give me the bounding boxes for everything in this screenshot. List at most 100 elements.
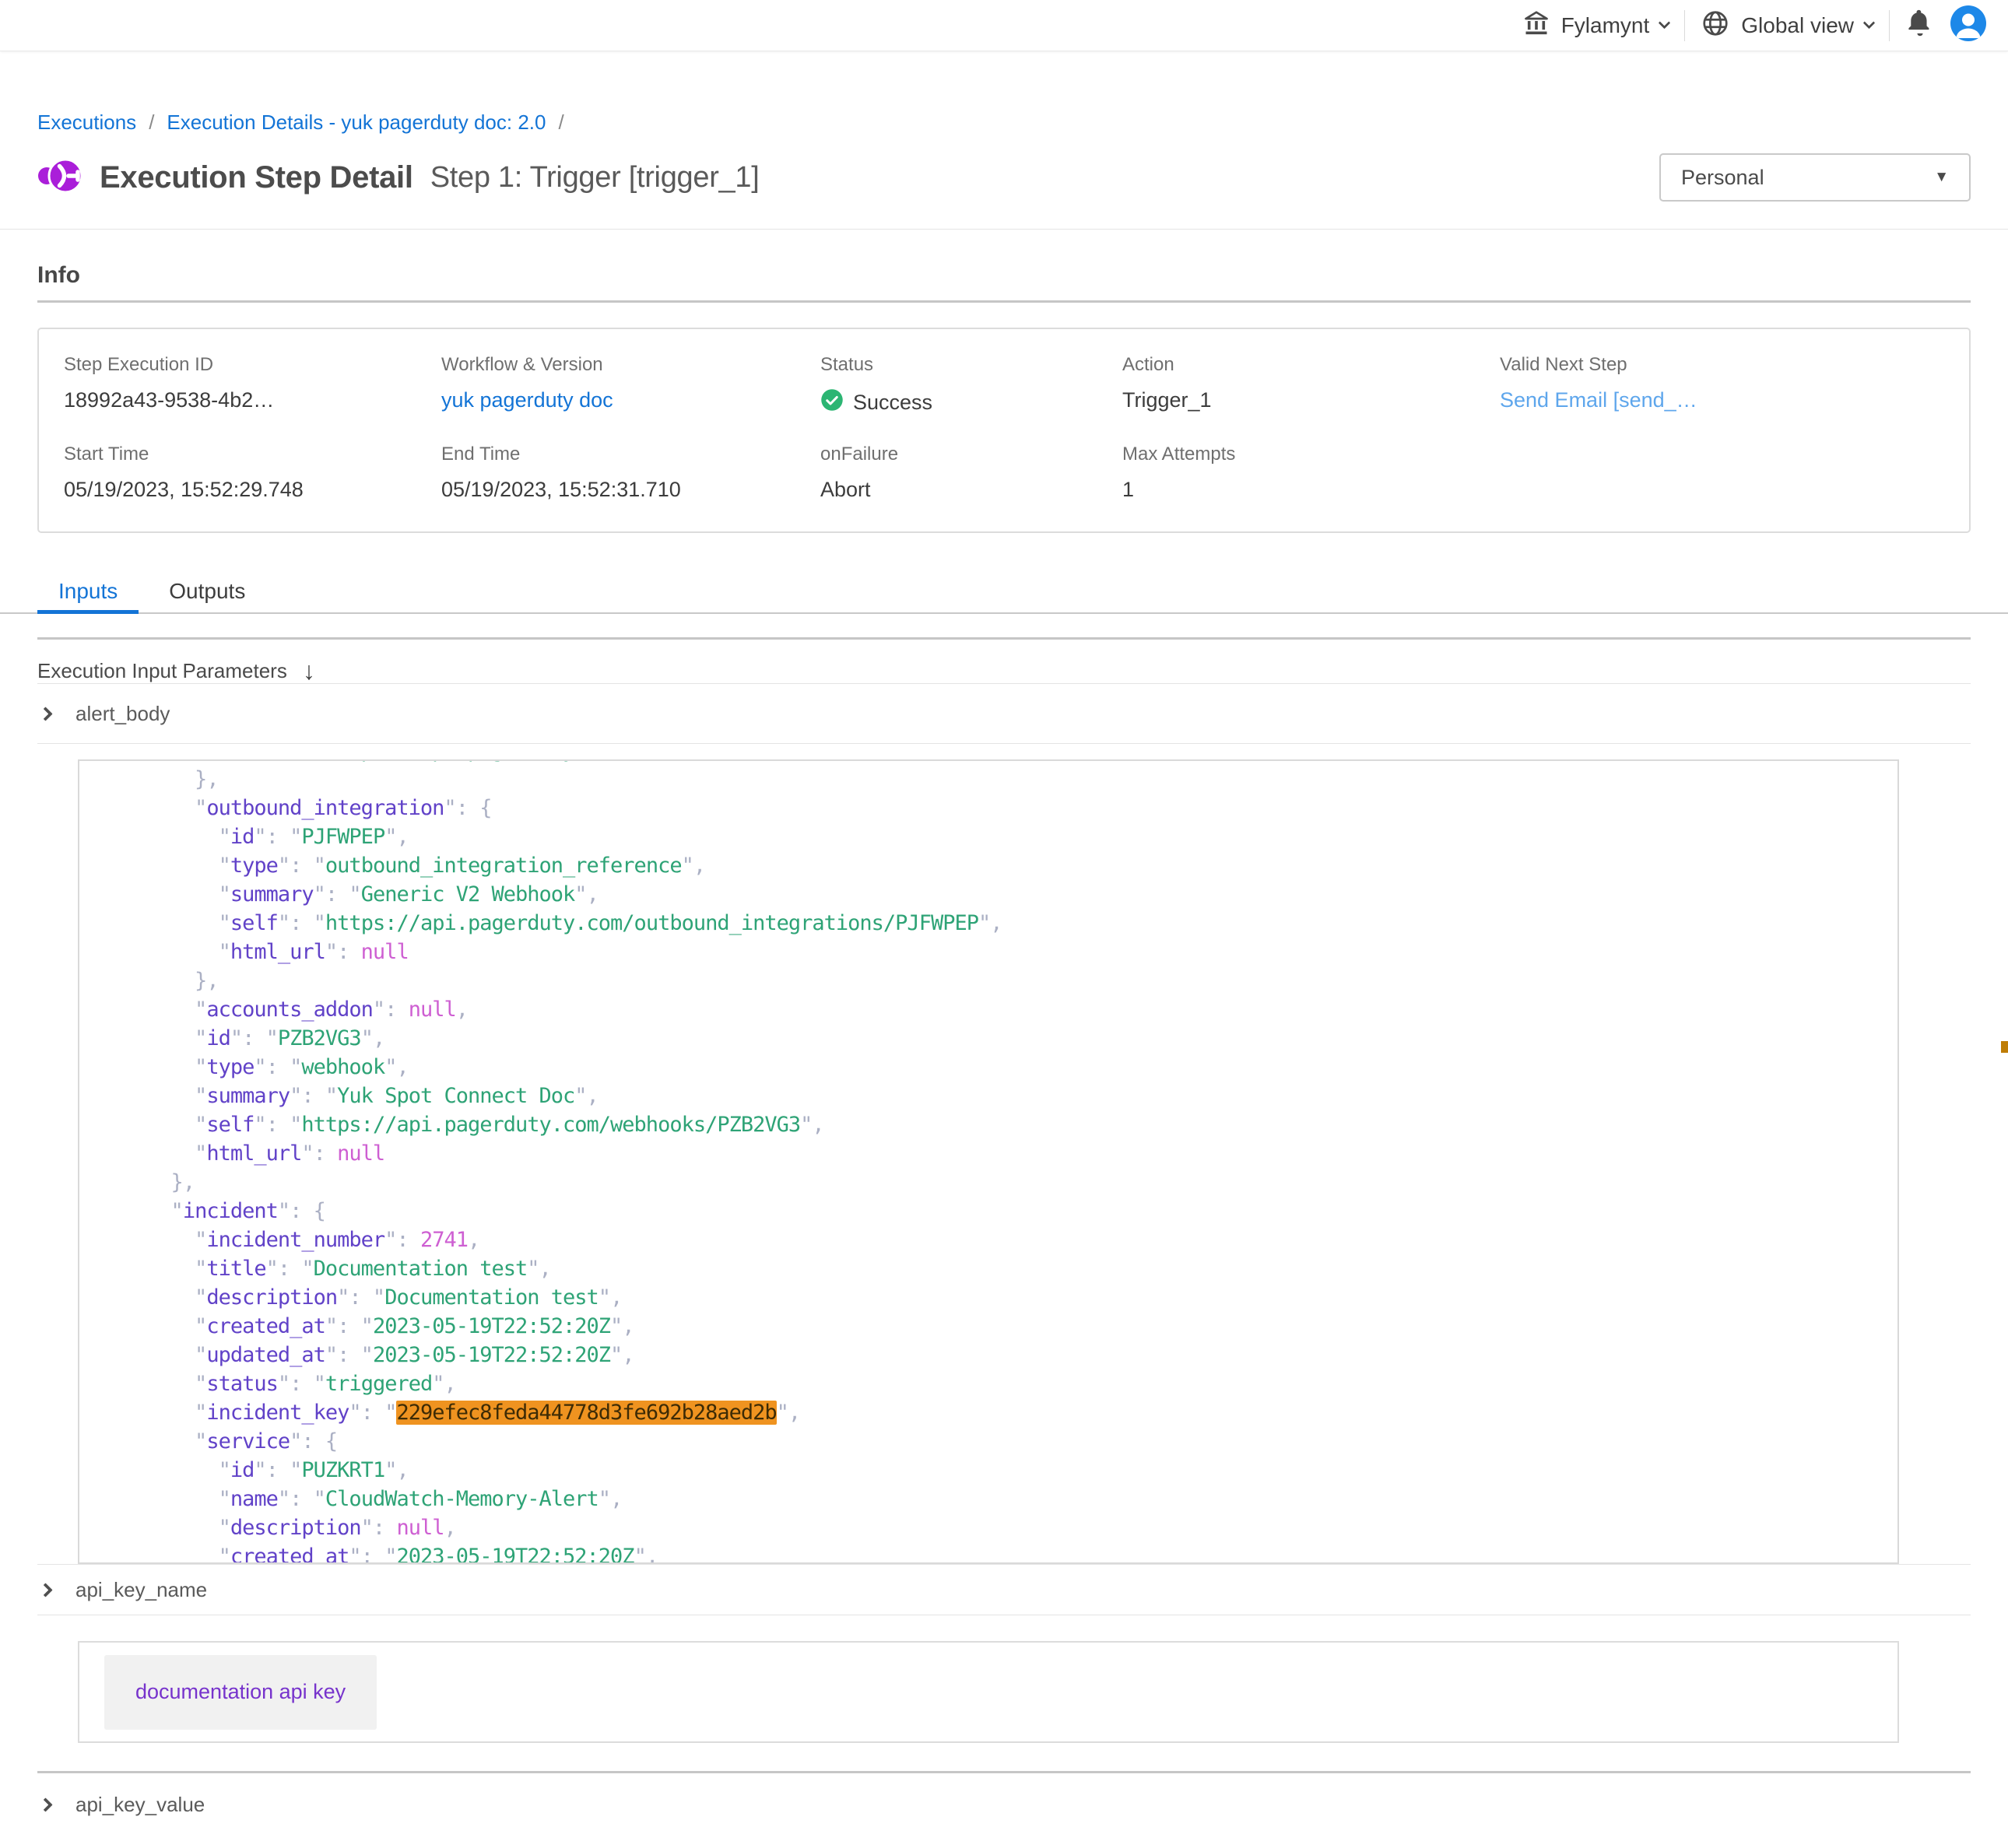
params-title: Execution Input Parameters — [37, 659, 287, 683]
notifications-bell-icon[interactable] — [1905, 9, 1935, 42]
field-value: 1 — [1122, 478, 1500, 502]
code-line: "incident": { — [100, 1197, 1897, 1226]
field-value: 05/19/2023, 15:52:29.748 — [64, 478, 441, 502]
scope-dropdown[interactable]: Personal ▼ — [1659, 153, 1971, 202]
field-value: Trigger_1 — [1122, 388, 1500, 412]
chevron-down-icon — [1659, 16, 1671, 29]
field-label: End Time — [441, 444, 820, 465]
code-line: "updated_at": "2023-05-19T22:52:20Z", — [100, 1341, 1897, 1369]
field-valid-next-step: Valid Next Step Send Email [send_… — [1500, 354, 1944, 417]
section-label: alert_body — [75, 702, 170, 726]
info-row-1: Step Execution ID 18992a43-9538-4b2… Wor… — [64, 354, 1944, 417]
view-switcher[interactable]: Global view — [1701, 9, 1873, 42]
field-value: Abort — [820, 478, 1122, 502]
code-line: "created_at": "2023-05-19T22:52:20Z", — [100, 1312, 1897, 1341]
code-line: "type": "webhook", — [100, 1053, 1897, 1082]
api-key-name-chip[interactable]: documentation api key — [104, 1655, 377, 1730]
divider — [37, 300, 1971, 303]
section-label: api_key_name — [75, 1578, 207, 1602]
chevron-right-icon — [38, 1797, 52, 1811]
field-label: Start Time — [64, 444, 441, 465]
breadcrumb-execution-details-link[interactable]: Execution Details - yuk pagerduty doc: 2… — [167, 110, 546, 135]
code-line: }, — [100, 765, 1897, 794]
code-line: "self": "https://api.pagerduty.com/webho… — [100, 1110, 1897, 1139]
code-line: "id": "PUZKRT1", — [100, 1456, 1897, 1485]
field-label: Status — [820, 354, 1122, 376]
info-row-2: Start Time 05/19/2023, 15:52:29.748 End … — [64, 444, 1944, 502]
code-line: "self": "https://api.pagerduty.com/outbo… — [100, 909, 1897, 938]
code-line: "name": "CloudWatch-Memory-Alert", — [100, 1485, 1897, 1513]
code-line: "summary": "Generic V2 Webhook", — [100, 880, 1897, 909]
field-action: Action Trigger_1 — [1122, 354, 1500, 417]
breadcrumb-separator: / — [558, 110, 563, 135]
success-check-icon — [820, 388, 844, 417]
main-content: Executions / Execution Details - yuk pag… — [0, 110, 2008, 1829]
top-bar: Fylamynt Global view — [0, 0, 2008, 51]
field-on-failure: onFailure Abort — [820, 444, 1122, 502]
section-api-key-value[interactable]: api_key_value — [37, 1780, 1971, 1829]
globe-icon — [1701, 9, 1730, 42]
code-line: "title": "Documentation test", — [100, 1254, 1897, 1283]
next-step-link[interactable]: Send Email [send_… — [1500, 388, 1944, 412]
code-line: }, — [100, 1168, 1897, 1197]
field-value: 18992a43-9538-4b2… — [64, 388, 441, 412]
scrollbar-search-marker[interactable] — [2001, 1041, 2008, 1053]
field-status: Status Success — [820, 354, 1122, 417]
field-start-time: Start Time 05/19/2023, 15:52:29.748 — [64, 444, 441, 502]
code-line: "id": "PJFWPEP", — [100, 822, 1897, 851]
user-avatar[interactable] — [1950, 5, 1986, 45]
tab-bar: Inputs Outputs — [0, 570, 2008, 614]
field-label: Action — [1122, 354, 1500, 376]
code-line: "id": "PZB2VG3", — [100, 1024, 1897, 1053]
code-line: "service": { — [100, 1427, 1897, 1456]
api-key-name-panel: documentation api key — [78, 1641, 1899, 1743]
dropdown-caret-icon: ▼ — [1934, 169, 1949, 186]
divider — [1684, 10, 1685, 41]
alert-body-json-viewer[interactable]: "self": "https://api.pagerduty.com/servi… — [78, 759, 1899, 1564]
section-alert-body[interactable]: alert_body — [37, 684, 1971, 743]
field-step-execution-id: Step Execution ID 18992a43-9538-4b2… — [64, 354, 441, 417]
status-text: Success — [853, 391, 932, 415]
info-card: Step Execution ID 18992a43-9538-4b2… Wor… — [37, 328, 1971, 533]
code-line: "outbound_integration": { — [100, 794, 1897, 822]
view-name: Global view — [1741, 13, 1854, 38]
field-end-time: End Time 05/19/2023, 15:52:31.710 — [441, 444, 820, 502]
code-line: "created_at": "2023-05-19T22:52:20Z", — [100, 1542, 1897, 1564]
params-header: Execution Input Parameters ↓ — [37, 658, 1971, 683]
institution-icon — [1522, 9, 1550, 41]
code-line: "incident_number": 2741, — [100, 1226, 1897, 1254]
section-api-key-name[interactable]: api_key_name — [37, 1565, 1971, 1615]
field-max-attempts: Max Attempts 1 — [1122, 444, 1500, 502]
page-subtitle: Step 1: Trigger [trigger_1] — [430, 161, 760, 195]
tab-outputs[interactable]: Outputs — [148, 570, 266, 612]
info-heading: Info — [37, 262, 1971, 289]
divider — [37, 1771, 1971, 1773]
code-line: "incident_key": "229efec8feda44778d3fe69… — [100, 1398, 1897, 1427]
org-switcher[interactable]: Fylamynt — [1522, 9, 1669, 41]
scope-dropdown-value: Personal — [1681, 166, 1764, 190]
status-badge: Success — [820, 388, 1122, 417]
divider — [37, 743, 1971, 744]
divider — [37, 637, 1971, 640]
download-arrow-icon[interactable]: ↓ — [303, 658, 315, 683]
field-label: Max Attempts — [1122, 444, 1500, 465]
code-line: "description": "Documentation test", — [100, 1283, 1897, 1312]
chevron-right-icon — [38, 1583, 52, 1597]
workflow-link[interactable]: yuk pagerduty doc — [441, 388, 820, 412]
tab-inputs[interactable]: Inputs — [37, 570, 139, 612]
field-label: Step Execution ID — [64, 354, 441, 376]
code-line: "self": "https://api.pagerduty.com/servi… — [100, 759, 1897, 765]
org-name: Fylamynt — [1561, 13, 1650, 38]
code-line: "status": "triggered", — [100, 1369, 1897, 1398]
code-line: "description": null, — [100, 1513, 1897, 1542]
page-title: Execution Step Detail — [100, 160, 413, 195]
field-workflow-version: Workflow & Version yuk pagerduty doc — [441, 354, 820, 417]
code-line: "summary": "Yuk Spot Connect Doc", — [100, 1082, 1897, 1110]
field-label: onFailure — [820, 444, 1122, 465]
workflow-step-icon — [37, 156, 82, 200]
divider — [1889, 10, 1890, 41]
breadcrumb: Executions / Execution Details - yuk pag… — [37, 110, 1971, 135]
section-label: api_key_value — [75, 1793, 205, 1817]
field-value: 05/19/2023, 15:52:31.710 — [441, 478, 820, 502]
breadcrumb-executions-link[interactable]: Executions — [37, 110, 136, 135]
